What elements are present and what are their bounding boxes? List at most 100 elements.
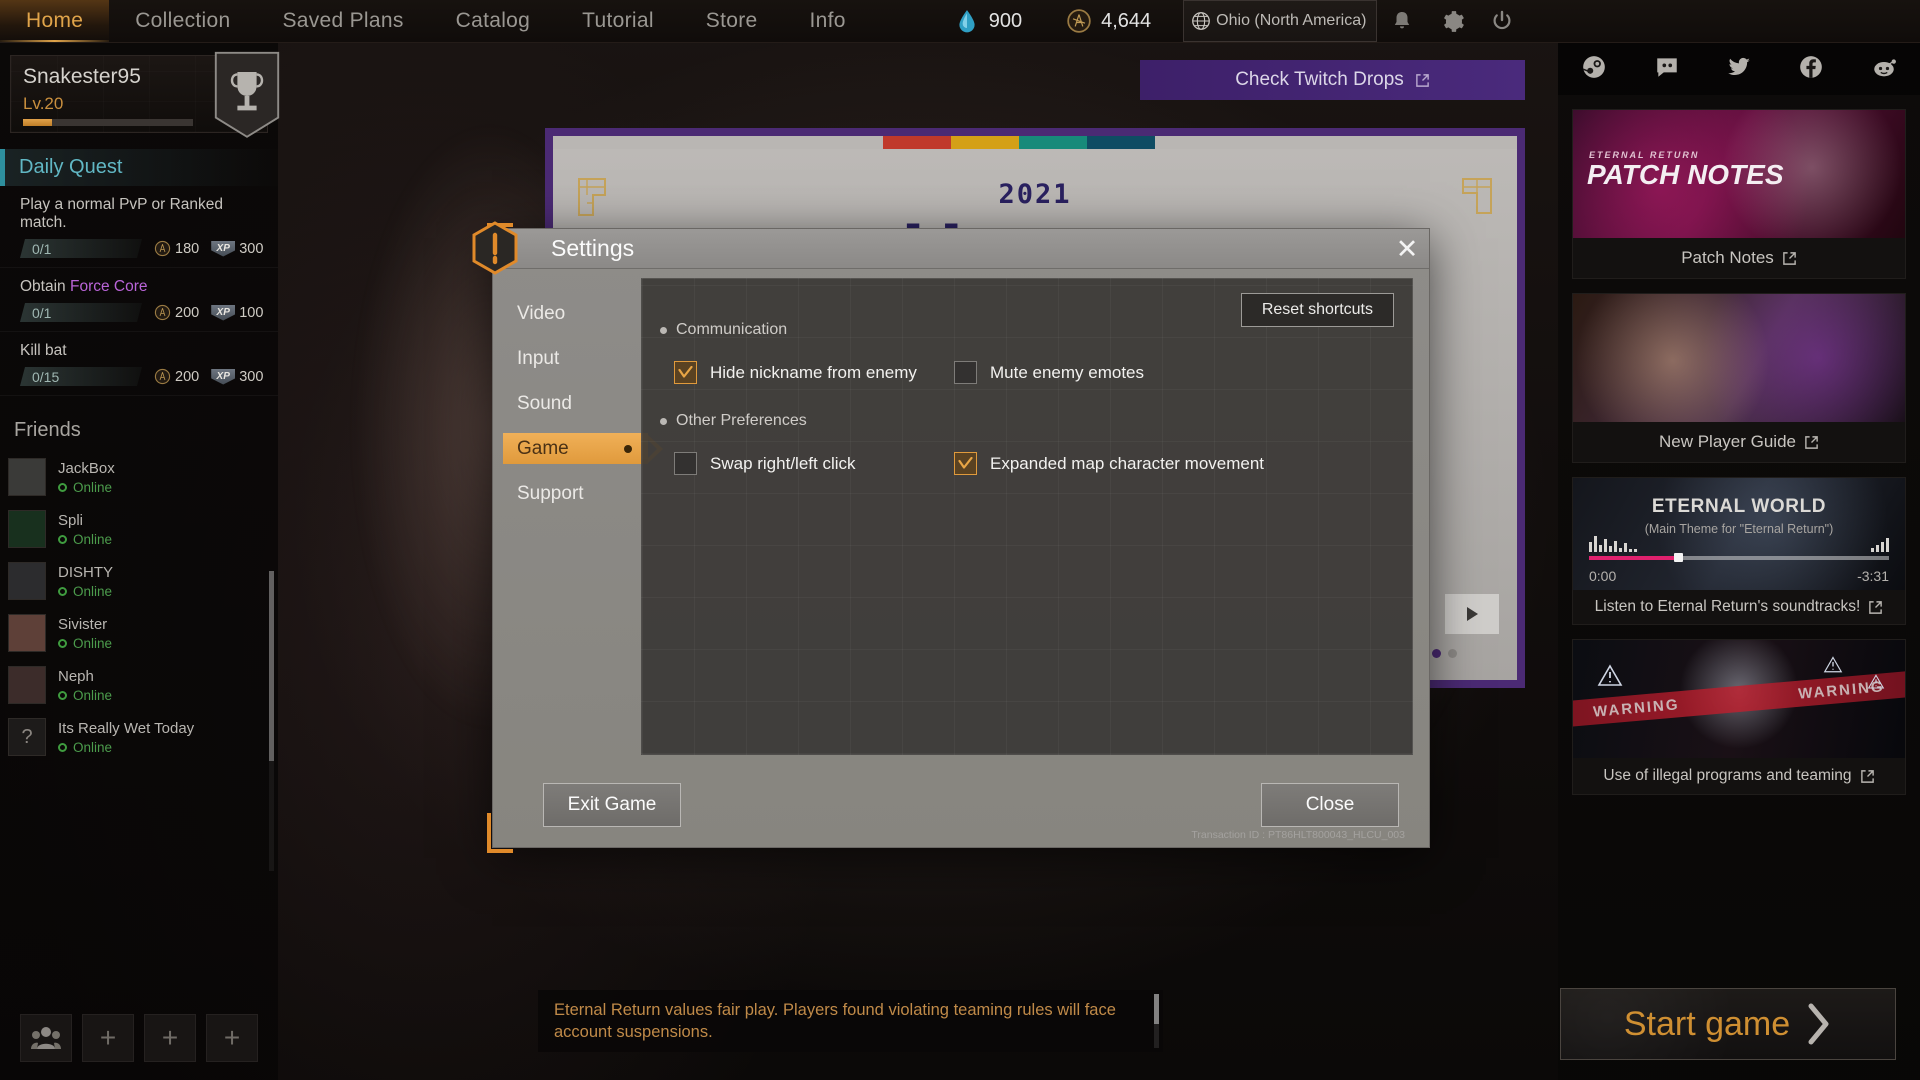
settings-option[interactable]: Mute enemy emotes	[954, 361, 1144, 384]
settings-button[interactable]	[1427, 0, 1477, 42]
settings-option-label: Expanded map character movement	[990, 453, 1265, 473]
friends-group-button[interactable]	[20, 1014, 72, 1062]
discord-link[interactable]	[1654, 54, 1680, 85]
friends-scrollbar[interactable]	[269, 571, 274, 871]
promo-warning[interactable]: WARNING WARNING Use of illegal programs …	[1572, 639, 1906, 795]
friend-info: Spli Online	[58, 512, 112, 547]
settings-option[interactable]: Hide nickname from enemy	[674, 361, 954, 384]
play-icon	[1467, 607, 1478, 621]
transaction-id: Transaction ID : PT86HLT800043_HLCU_003	[1191, 829, 1405, 841]
nav-item-saved-plans[interactable]: Saved Plans	[256, 0, 429, 42]
friend-list-item[interactable]: Neph Online	[0, 659, 278, 711]
checkbox[interactable]	[674, 361, 697, 384]
event-play-button[interactable]	[1445, 594, 1499, 634]
plus-icon: +	[223, 1022, 241, 1053]
friend-name: Its Really Wet Today	[58, 719, 195, 737]
friend-list-item[interactable]: ? Its Really Wet Today Online	[0, 711, 278, 763]
exit-game-button[interactable]: Exit Game	[543, 783, 681, 827]
quest-item[interactable]: Kill bat 0/15 200 XP 300	[0, 332, 278, 396]
music-progress-bar[interactable]	[1589, 553, 1889, 562]
add-button-3[interactable]: +	[206, 1014, 258, 1062]
twitter-link[interactable]	[1726, 54, 1752, 85]
online-dot-icon	[58, 742, 67, 752]
carousel-dot[interactable]	[1448, 649, 1457, 658]
region-selector[interactable]: Ohio (North America)	[1183, 0, 1378, 42]
music-player-art: ETERNAL WORLD (Main Theme for "Eternal R…	[1573, 478, 1905, 590]
friends-list: JackBox Online Spli Online DISHTY Online Sivis…	[0, 451, 278, 763]
reset-shortcuts-button[interactable]: Reset shortcuts	[1240, 293, 1394, 327]
nav-label: Collection	[135, 9, 231, 32]
settings-tab-label: Game	[517, 437, 569, 459]
check-twitch-drops-banner[interactable]: Check Twitch Drops	[1140, 60, 1525, 100]
power-button[interactable]	[1477, 0, 1527, 42]
reddit-icon	[1874, 58, 1896, 76]
nav-item-collection[interactable]: Collection	[109, 0, 256, 42]
settings-tab-video[interactable]: Video	[503, 298, 663, 329]
start-game-button[interactable]: Start game	[1560, 988, 1896, 1060]
quest-highlight-term: Force Core	[69, 278, 148, 295]
checkbox[interactable]	[674, 452, 697, 475]
settings-title-bar: Settings ✕	[472, 221, 1429, 275]
friend-list-item[interactable]: Spli Online	[0, 503, 278, 555]
reset-shortcuts-label: Reset shortcuts	[1261, 301, 1373, 318]
add-button-2[interactable]: +	[144, 1014, 196, 1062]
settings-tab-sound[interactable]: Sound	[503, 388, 663, 419]
nav-item-catalog[interactable]: Catalog	[430, 0, 556, 42]
trophy-icon	[214, 51, 280, 138]
event-stripe	[1087, 136, 1155, 149]
player-profile-card[interactable]: Snakester95 Lv.20	[10, 51, 280, 138]
promo-patch-notes[interactable]: ETERNAL RETURN PATCH NOTES Patch Notes	[1572, 109, 1906, 279]
warning-hex-icon	[472, 221, 518, 275]
checkbox[interactable]	[954, 452, 977, 475]
notification-button[interactable]	[1377, 0, 1427, 42]
settings-tab-input[interactable]: Input	[503, 343, 663, 374]
settings-option-row: Hide nickname from enemy Mute enemy emote…	[660, 361, 1394, 384]
friend-list-item[interactable]: JackBox Online	[0, 451, 278, 503]
currency-drop[interactable]: 900	[932, 0, 1044, 42]
settings-option[interactable]: Expanded map character movement	[954, 452, 1264, 475]
settings-option[interactable]: Swap right/left click	[674, 452, 954, 475]
settings-tab-game[interactable]: Game	[503, 433, 663, 464]
quest-xp-reward: XP 300	[211, 240, 263, 257]
notice-scroll-thumb[interactable]	[1154, 994, 1159, 1024]
friend-list-item[interactable]: Sivister Online	[0, 607, 278, 659]
quest-item[interactable]: Obtain Force Core 0/1 200 XP 100	[0, 268, 278, 332]
avatar	[8, 666, 46, 704]
promo-music-player[interactable]: ETERNAL WORLD (Main Theme for "Eternal R…	[1572, 477, 1906, 625]
checkbox[interactable]	[954, 361, 977, 384]
close-button[interactable]: Close	[1261, 783, 1399, 827]
nav-item-tutorial[interactable]: Tutorial	[556, 0, 680, 42]
friend-list-item[interactable]: DISHTY Online	[0, 555, 278, 607]
nav-item-info[interactable]: Info	[784, 0, 872, 42]
carousel-dot-active[interactable]	[1432, 649, 1441, 658]
daily-quest-header: Daily Quest	[0, 149, 278, 186]
quest-coin-value: 200	[175, 304, 200, 321]
nav-item-store[interactable]: Store	[680, 0, 784, 42]
nav-item-home[interactable]: Home	[0, 0, 110, 42]
friends-scroll-thumb[interactable]	[269, 571, 274, 761]
quest-xp-value: 300	[239, 368, 264, 385]
bullet-icon	[660, 417, 667, 425]
steam-link[interactable]	[1581, 54, 1607, 85]
friend-info: Sivister Online	[58, 616, 112, 651]
notice-scrollbar[interactable]	[1154, 994, 1159, 1048]
patch-notes-caption: Patch Notes	[1681, 248, 1774, 267]
quest-reward-row: 0/15 200 XP 300	[20, 367, 264, 386]
settings-tab-support[interactable]: Support	[503, 478, 663, 509]
settings-option-label: Hide nickname from enemy	[710, 362, 917, 382]
close-icon[interactable]: ✕	[1391, 233, 1423, 265]
facebook-link[interactable]	[1798, 54, 1824, 85]
warning-tape-text: WARNING	[1592, 695, 1681, 721]
promo-new-player-guide[interactable]: New Player Guide	[1572, 293, 1906, 463]
currency-coin[interactable]: 4,644	[1044, 0, 1173, 42]
quest-item[interactable]: Play a normal PvP or Ranked match. 0/1 180…	[0, 186, 278, 268]
add-button-1[interactable]: +	[82, 1014, 134, 1062]
social-links-row	[1558, 43, 1920, 95]
friend-info: DISHTY Online	[58, 564, 113, 599]
settings-footer: Exit Game Close Transaction ID : PT86HLT…	[493, 783, 1429, 841]
reddit-link[interactable]	[1871, 54, 1897, 85]
left-sidebar: Snakester95 Lv.20 Daily Quest Play a nor…	[0, 43, 280, 1080]
ornament-icon-right	[1462, 178, 1492, 214]
quest-reward-row: 0/1 180 XP 300	[20, 239, 264, 258]
